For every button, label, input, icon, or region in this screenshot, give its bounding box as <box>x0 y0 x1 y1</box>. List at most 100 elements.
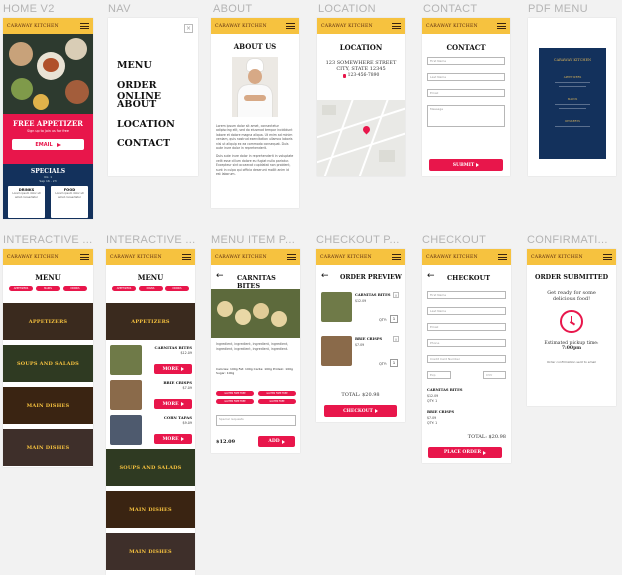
hamburger-icon[interactable] <box>182 254 191 260</box>
card-number-field[interactable]: Credit Card Number <box>427 355 506 363</box>
hamburger-icon[interactable] <box>286 23 295 29</box>
pdf-brand: CARAWAY KITCHEN <box>553 58 592 62</box>
submit-button[interactable]: SUBMIT <box>429 159 503 171</box>
label-checkout-preview: CHECKOUT P... <box>316 234 400 246</box>
item-nutrition: Calories: 100g Fat: 100g Carbs: 100g Pro… <box>216 367 293 376</box>
add-button[interactable]: ADD <box>258 436 295 447</box>
more-button[interactable]: MORE <box>154 399 192 409</box>
brand-logo[interactable]: CARAWAY KITCHEN <box>320 255 372 260</box>
brand-logo[interactable]: CARAWAY KITCHEN <box>7 255 59 260</box>
label-home: HOME V2 <box>3 3 55 15</box>
hamburger-icon[interactable] <box>287 254 296 260</box>
qty-input[interactable]: 1 <box>390 359 398 367</box>
diet-pill-2[interactable]: GLUTEN FREE FREE <box>258 391 296 396</box>
brand-logo[interactable]: CARAWAY KITCHEN <box>426 255 478 260</box>
category-appetizers[interactable]: APPETIZERS <box>106 303 195 340</box>
map-pin-icon <box>361 124 372 135</box>
brand-logo[interactable]: CARAWAY KITCHEN <box>215 255 267 260</box>
close-icon[interactable]: × <box>184 24 193 33</box>
last-name-field[interactable]: Last Name <box>427 307 506 315</box>
brand-logo[interactable]: CARAWAY KITCHEN <box>215 24 267 29</box>
hamburger-icon[interactable] <box>603 254 612 260</box>
hamburger-icon[interactable] <box>497 23 506 29</box>
category-main-dishes[interactable]: MAIN DISHES <box>106 491 195 528</box>
hamburger-icon[interactable] <box>392 254 401 260</box>
special-request-field[interactable]: Special requests <box>216 415 296 426</box>
brand-logo[interactable]: CARAWAY KITCHEN <box>531 255 583 260</box>
brie-price: $7.09 <box>355 343 365 347</box>
brie-image <box>110 380 142 410</box>
arrow-icon <box>483 450 487 455</box>
corn-name: CORN TAPAS <box>163 415 192 420</box>
brand-logo[interactable]: CARAWAY KITCHEN <box>110 255 162 260</box>
category-main-dishes[interactable]: MAIN DISHES <box>3 387 93 424</box>
hamburger-icon[interactable] <box>80 23 89 29</box>
category-main-dishes-2[interactable]: MAIN DISHES <box>106 533 195 570</box>
hamburger-icon[interactable] <box>392 23 401 29</box>
remove-icon[interactable]: × <box>393 336 399 342</box>
remove-icon[interactable]: × <box>393 292 399 298</box>
email-field[interactable]: Email <box>427 323 506 331</box>
pill-appetizers[interactable]: APPETIZERS <box>9 286 33 291</box>
category-soups-salads[interactable]: SOUPS AND SALADS <box>3 345 93 382</box>
exp-field[interactable]: Exp <box>427 371 451 379</box>
phone-field[interactable]: Phone <box>427 339 506 347</box>
header: CARAWAY KITCHEN <box>527 249 616 265</box>
place-order-button[interactable]: PLACE ORDER <box>428 447 502 458</box>
brie-price: $7.09 <box>182 386 192 390</box>
menu-item-frame: CARAWAY KITCHEN ← CARNITAS BITES Ingredi… <box>211 249 300 453</box>
brand-logo[interactable]: CARAWAY KITCHEN <box>426 24 478 29</box>
about-paragraph-2: Duis aute irure dolor in reprehenderit i… <box>216 154 294 177</box>
brand-logo[interactable]: CARAWAY KITCHEN <box>7 24 59 29</box>
label-interactive-2: INTERACTIVE ... <box>106 234 196 246</box>
email-field[interactable]: Email <box>427 89 505 97</box>
category-soups-salads[interactable]: SOUPS AND SALADS <box>106 449 195 486</box>
diet-pill-1[interactable]: GLUTEN FREE FREE <box>216 391 254 396</box>
category-main-dishes-2[interactable]: MAIN DISHES <box>3 429 93 466</box>
hamburger-icon[interactable] <box>80 254 89 260</box>
diet-pill-4[interactable]: GLUTEN FREE <box>258 399 296 404</box>
checkout-item-2-name: BRIE CRISPS <box>427 410 455 414</box>
first-name-field[interactable]: First Name <box>427 57 505 65</box>
food-card[interactable]: FOOD Lorem ipsum dolor sit amet consecte… <box>51 186 88 218</box>
category-appetizers[interactable]: APPETIZERS <box>3 303 93 340</box>
pill-mains[interactable]: MAINS <box>138 286 163 291</box>
drinks-card[interactable]: DRINKS Lorem ipsum dolor sit amet consec… <box>8 186 45 218</box>
back-arrow-icon[interactable]: ← <box>216 272 224 281</box>
map[interactable] <box>317 100 405 176</box>
hamburger-icon[interactable] <box>498 254 507 260</box>
menu-item-brie[interactable]: BRIE CRISPS $7.09 MORE <box>110 380 192 413</box>
phone-number[interactable]: 123-456-7890 <box>348 73 380 78</box>
menu-item-carnitas[interactable]: CARNITAS BITES $12.09 MORE <box>110 345 192 378</box>
nav-item-contact[interactable]: CONTACT <box>117 138 198 158</box>
confirmation-frame: CARAWAY KITCHEN ORDER SUBMITTED Get read… <box>527 249 616 406</box>
pill-drinks[interactable]: DRINKS <box>63 286 87 291</box>
first-name-field[interactable]: First Name <box>427 291 506 299</box>
pill-drinks[interactable]: DRINKS <box>165 286 189 291</box>
nav-item-about[interactable]: ABOUT <box>117 99 198 119</box>
message-field[interactable]: Message <box>427 105 505 127</box>
menu-item-corn[interactable]: CORN TAPAS $9.09 MORE <box>110 415 192 448</box>
checkout-item-1-qty: QTY: 1 <box>427 399 438 403</box>
pill-appetizers[interactable]: APPETIZERS <box>112 286 136 291</box>
back-arrow-icon[interactable]: ← <box>427 272 435 281</box>
pill-mains[interactable]: MAINS <box>36 286 60 291</box>
brand-logo[interactable]: CARAWAY KITCHEN <box>321 24 373 29</box>
back-arrow-icon[interactable]: ← <box>321 272 329 281</box>
nav-item-location[interactable]: LOCATION <box>117 119 198 139</box>
cvv-field[interactable]: CVV <box>483 371 506 379</box>
more-button[interactable]: MORE <box>154 364 192 374</box>
pdf-menu-document[interactable]: CARAWAY KITCHEN APPETIZERS MAINS DESSERT… <box>539 48 606 159</box>
item-description: Ingredient, ingredient, ingredient, ingr… <box>216 342 289 351</box>
nav-item-order-online[interactable]: ORDER ONLINE <box>117 80 198 102</box>
address-line-2: CITY, STATE 12345 <box>336 66 386 72</box>
diet-pill-3[interactable]: GLUTEN FREE FREE <box>216 399 254 404</box>
phone-icon <box>342 73 346 78</box>
last-name-field[interactable]: Last Name <box>427 73 505 81</box>
checkout-button[interactable]: CHECKOUT <box>324 405 397 417</box>
nav-item-menu[interactable]: MENU <box>117 60 198 80</box>
contact-frame: CARAWAY KITCHEN CONTACT First Name Last … <box>422 18 510 176</box>
more-button[interactable]: MORE <box>154 434 192 444</box>
email-button[interactable]: EMAIL <box>12 139 84 150</box>
qty-input[interactable]: 1 <box>390 315 398 323</box>
